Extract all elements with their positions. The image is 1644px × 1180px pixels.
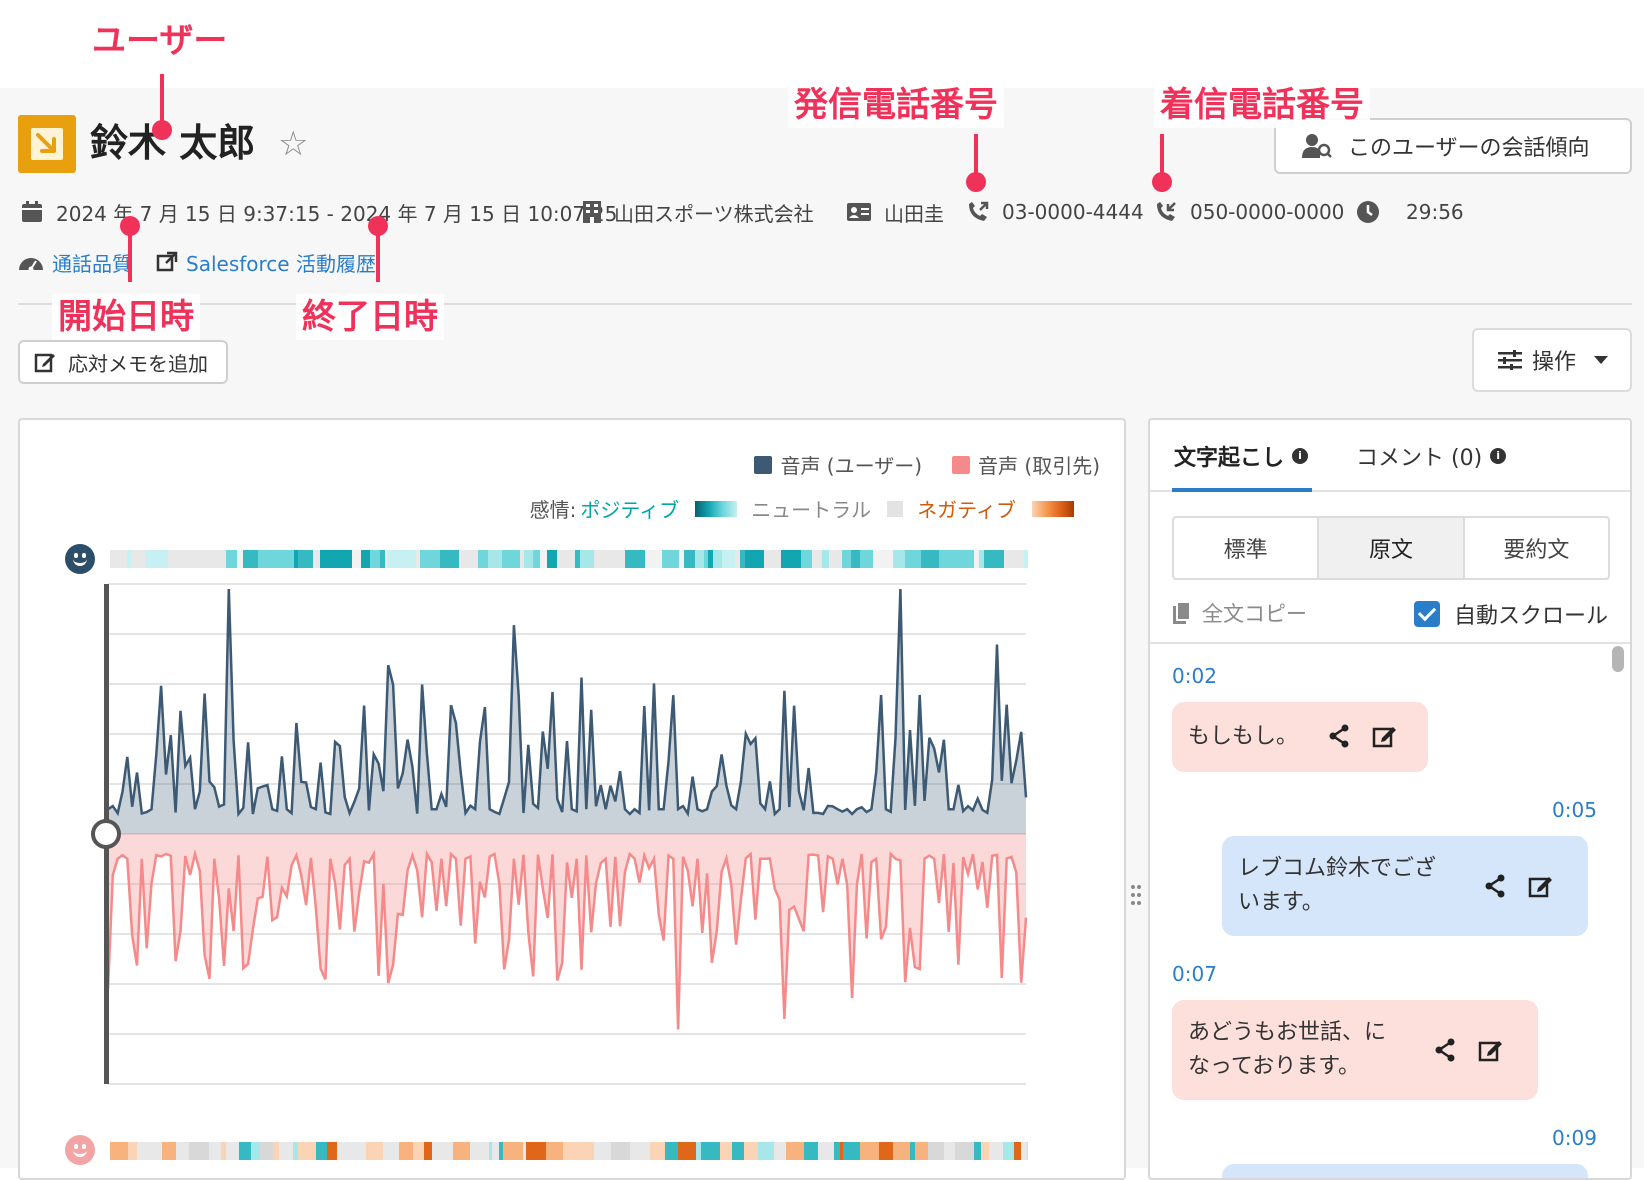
voice-waveform-chart[interactable] — [20, 420, 1124, 1180]
user-voice-area — [108, 589, 1026, 834]
message-bubble-user: レブコム鈴木でござ います。 — [1222, 836, 1588, 936]
callee-number: 050-0000-0000 — [1154, 195, 1344, 229]
copy-all-button[interactable]: 全文コピー — [1172, 598, 1307, 628]
edit-icon[interactable] — [1478, 1038, 1504, 1062]
sliders-icon — [1498, 350, 1522, 370]
auto-scroll-toggle[interactable]: 自動スクロール — [1413, 598, 1608, 630]
playhead-handle[interactable] — [91, 819, 121, 849]
transcript-panel: 文字起こし i コメント (0) i 標準 原文 要約文 全文コピー 自動スクロール… — [1148, 418, 1632, 1180]
share-icon[interactable] — [1328, 724, 1350, 748]
annotation-pointer — [376, 226, 380, 282]
caller-number: 03-0000-4444 — [966, 195, 1144, 229]
user-search-icon — [1302, 134, 1332, 158]
calendar-icon — [22, 201, 42, 222]
contact-name: 山田圭 — [846, 195, 944, 229]
message-bubble-user — [1222, 1164, 1588, 1178]
mode-standard-button[interactable]: 標準 — [1174, 518, 1320, 578]
user-name: 鈴木 太郎 — [90, 121, 256, 165]
mode-original-button[interactable]: 原文 — [1319, 518, 1465, 578]
external-link-icon — [156, 251, 178, 272]
info-icon: i — [1490, 448, 1507, 464]
annotation-pointer — [160, 74, 164, 126]
message-time[interactable]: 0:05 — [1552, 798, 1597, 822]
tab-transcript[interactable]: 文字起こし i — [1174, 440, 1309, 472]
transcript-mode-toggle: 標準 原文 要約文 — [1172, 516, 1610, 580]
edit-icon — [34, 353, 55, 373]
annotation-dot — [1152, 172, 1172, 192]
message-bubble-client: あどうもお世話、に なっております。 — [1172, 1000, 1538, 1100]
message-time[interactable]: 0:02 — [1172, 664, 1217, 688]
info-icon: i — [1292, 448, 1309, 464]
annotation-dot — [966, 172, 986, 192]
edit-icon[interactable] — [1372, 724, 1398, 748]
copy-icon — [1173, 601, 1191, 624]
building-icon — [583, 201, 601, 223]
annotation-dot — [152, 120, 172, 140]
company-name: 山田スポーツ株式会社 — [582, 195, 814, 229]
trend-button-label: このユーザーの会話傾向 — [1348, 136, 1590, 161]
annotation-callee-number: 着信電話番号 — [1154, 82, 1370, 128]
clock-icon — [1357, 201, 1379, 223]
annotation-start-datetime: 開始日時 — [52, 294, 200, 340]
contact-card-icon — [847, 203, 871, 221]
call-quality-link[interactable]: 通話品質 — [18, 246, 132, 278]
call-direction-icon — [18, 115, 76, 173]
mode-summary-button[interactable]: 要約文 — [1465, 518, 1608, 578]
gauge-icon — [19, 258, 43, 272]
voice-chart-panel: 音声 (ユーザー) 音声 (取引先) 感情: ポジティブ ニュートラル ネガティ… — [18, 418, 1126, 1180]
annotation-pointer — [128, 226, 132, 282]
datetime-range: 2024 年 7 月 15 日 9:37:15 - 2024 年 7 月 15 … — [20, 195, 617, 229]
salesforce-history-link[interactable]: Salesforce 活動履歴 — [156, 246, 376, 278]
transcript-divider — [1150, 642, 1630, 644]
add-memo-button[interactable]: 応対メモを追加 — [18, 340, 228, 384]
share-icon[interactable] — [1484, 874, 1506, 898]
active-tab-indicator — [1172, 488, 1312, 492]
auto-scroll-checkbox[interactable] — [1413, 601, 1440, 627]
panel-resize-handle[interactable] — [1131, 885, 1143, 913]
tab-comments[interactable]: コメント (0) i — [1356, 440, 1507, 472]
annotation-user: ユーザー — [86, 18, 234, 64]
message-bubble-client: もしもし。 — [1172, 702, 1428, 772]
favorite-star-icon[interactable]: ☆ — [278, 124, 308, 164]
transcript-tabs: 文字起こし i コメント (0) i — [1150, 420, 1630, 492]
outgoing-call-icon — [969, 201, 989, 221]
header-divider — [18, 303, 1632, 305]
incoming-call-icon — [1157, 202, 1176, 221]
chevron-down-icon — [1594, 356, 1609, 364]
share-icon[interactable] — [1434, 1038, 1456, 1062]
annotation-caller-number: 発信電話番号 — [788, 82, 1004, 128]
message-time[interactable]: 0:07 — [1172, 962, 1217, 986]
edit-icon[interactable] — [1528, 874, 1554, 898]
call-duration: 29:56 — [1356, 195, 1464, 229]
operations-dropdown[interactable]: 操作 — [1472, 328, 1632, 392]
annotation-end-datetime: 終了日時 — [296, 294, 444, 340]
message-time[interactable]: 0:09 — [1552, 1126, 1597, 1150]
transcript-scrollbar[interactable] — [1612, 646, 1624, 672]
